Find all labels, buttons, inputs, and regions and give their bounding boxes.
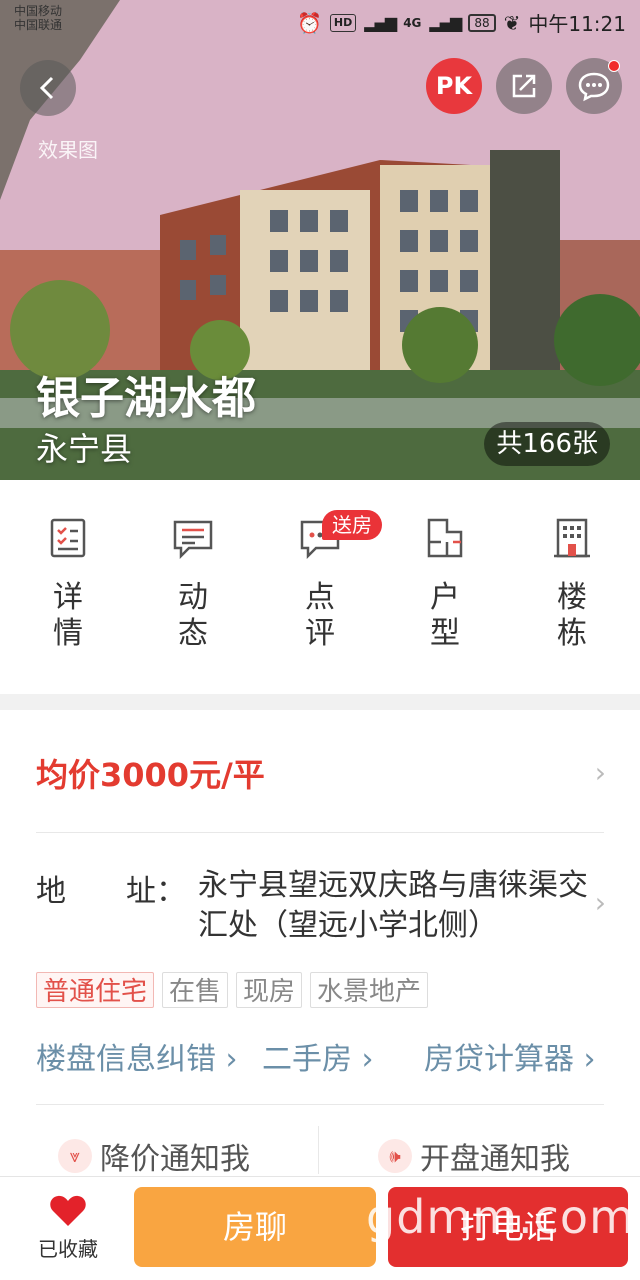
feature-nav: 详 情 动 态 点 评 户 型 楼 栋	[0, 480, 640, 694]
opening-notify-button[interactable]: 🕪 开盘通知我	[378, 1134, 570, 1178]
render-label: 效果图	[38, 138, 98, 162]
correct-info-link[interactable]: 楼盘信息纠错 ›	[36, 1034, 238, 1078]
price-drop-notify-label: 降价通知我	[100, 1142, 250, 1177]
nav-item-news[interactable]: 动 态	[153, 516, 233, 652]
share-button[interactable]	[496, 58, 552, 114]
mortgage-calculator-link[interactable]: 房贷计算器 ›	[424, 1034, 596, 1078]
message-button[interactable]	[566, 58, 622, 114]
favorite-button[interactable]: 已收藏	[20, 1193, 116, 1262]
carrier-2: 中国联通	[14, 18, 63, 32]
network-label: 4G	[403, 15, 422, 30]
nav-label-floorplan: 户 型	[430, 580, 460, 651]
house-chat-button[interactable]: 房聊	[134, 1187, 376, 1267]
pk-button[interactable]: PK	[426, 58, 482, 114]
chevron-right-icon: ›	[594, 756, 606, 789]
nav-item-floorplan[interactable]: 户 型	[405, 516, 485, 652]
nav-label-comment: 点 评	[305, 580, 335, 651]
chevron-left-icon	[39, 76, 54, 100]
address-label: 地 址：	[36, 874, 186, 909]
photo-count-badge[interactable]: 共166张	[484, 422, 610, 466]
chat-bubble-icon	[578, 72, 610, 102]
leaf-icon: ❦	[503, 10, 521, 35]
building-icon	[554, 518, 590, 558]
project-title: 银子湖水都	[36, 373, 256, 424]
signal-icon: ▂▄▆	[364, 13, 397, 32]
second-hand-link[interactable]: 二手房 ›	[262, 1034, 374, 1078]
project-district: 永宁县	[36, 430, 133, 468]
price-row[interactable]: 均价3000元/平 ›	[36, 730, 606, 820]
tag-residential: 普通住宅	[36, 972, 155, 1008]
battery-icon: 88	[468, 13, 496, 32]
price-down-icon: ⩔	[58, 1139, 92, 1173]
heart-icon	[50, 1195, 86, 1226]
divider	[36, 1104, 604, 1105]
back-button[interactable]	[20, 60, 76, 116]
correct-info-label: 楼盘信息纠错	[36, 1042, 216, 1077]
detail-icon	[50, 518, 86, 558]
send-house-badge: 送房	[322, 510, 382, 540]
speaker-icon: 🕪	[378, 1139, 412, 1173]
signal-icon-2: ▂▄▆	[429, 13, 462, 32]
mortgage-calculator-label: 房贷计算器	[424, 1042, 574, 1077]
clock: 中午11:21	[528, 12, 626, 36]
favorite-label: 已收藏	[38, 1237, 98, 1261]
divider	[36, 832, 604, 833]
vertical-divider	[318, 1126, 319, 1174]
nav-label-news: 动 态	[178, 580, 208, 651]
news-icon	[173, 520, 213, 560]
nav-label-building: 楼 栋	[557, 580, 587, 651]
nav-item-building[interactable]: 楼 栋	[532, 516, 612, 652]
nav-item-detail[interactable]: 详 情	[28, 516, 108, 652]
alarm-icon: ⏰	[297, 10, 322, 35]
average-price: 均价3000元/平	[36, 756, 265, 794]
nav-label-detail: 详 情	[53, 580, 83, 651]
chevron-right-icon: ›	[594, 886, 606, 919]
hero-image[interactable]: 中国移动 中国联通 ⏰ HD ▂▄▆ 4G ▂▄▆ 88 ❦ 中午11:21 P…	[0, 0, 640, 480]
quick-links: 楼盘信息纠错 › 二手房 › 房贷计算器 ›	[36, 1034, 606, 1078]
carrier-label: 中国移动 中国联通	[14, 4, 62, 32]
site-watermark: gdmm.com	[366, 1190, 635, 1244]
section-separator	[0, 694, 640, 710]
status-bar: 中国移动 中国联通 ⏰ HD ▂▄▆ 4G ▂▄▆ 88 ❦ 中午11:21	[0, 0, 640, 44]
tag-on-sale: 在售	[162, 972, 229, 1008]
share-icon	[512, 74, 536, 98]
price-drop-notify-button[interactable]: ⩔ 降价通知我	[58, 1134, 250, 1178]
hd-icon: HD	[329, 13, 357, 32]
tag-ready-house: 现房	[236, 972, 303, 1008]
address-value[interactable]: 永宁县望远双庆路与唐徕渠交汇处（望远小学北侧）	[198, 866, 598, 946]
tag-waterfront: 水景地产	[310, 972, 429, 1008]
property-tags: 普通住宅 在售 现房 水景地产	[36, 972, 429, 1008]
carrier-1: 中国移动	[14, 4, 63, 18]
second-hand-label: 二手房	[262, 1042, 352, 1077]
opening-notify-label: 开盘通知我	[420, 1142, 570, 1177]
floorplan-icon	[427, 518, 463, 558]
unread-dot	[608, 60, 620, 72]
